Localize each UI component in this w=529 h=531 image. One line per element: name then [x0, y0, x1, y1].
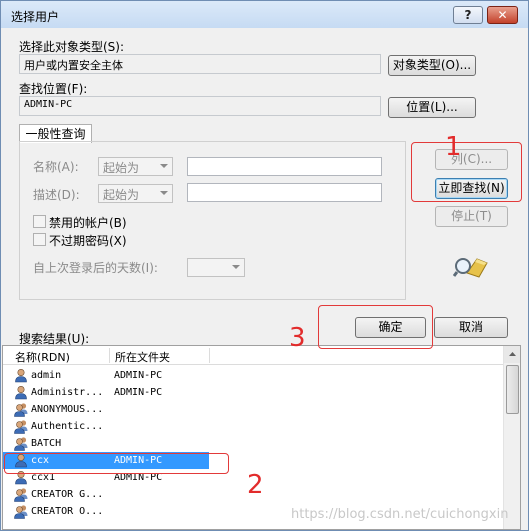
location-label: 查找位置(F):: [19, 82, 88, 96]
group-icon: [14, 402, 28, 417]
row-name: CREATOR G...: [31, 489, 104, 500]
name-filter-input[interactable]: [187, 157, 382, 176]
non-expiring-password-label: 不过期密码(X): [49, 234, 127, 248]
chevron-down-icon: [160, 191, 168, 195]
non-expiring-password-checkbox[interactable]: [33, 233, 46, 246]
column-divider[interactable]: [109, 348, 110, 363]
name-filter-combo: 起始为: [98, 157, 173, 176]
scroll-up-button[interactable]: [504, 346, 520, 363]
row-name: admin: [31, 370, 62, 381]
stop-button[interactable]: 停止(T): [435, 206, 508, 227]
description-filter-label: 描述(D):: [33, 188, 80, 202]
column-divider[interactable]: [209, 348, 210, 363]
watermark-text: https://blog.csdn.net/cuichongxin: [291, 507, 509, 522]
table-row[interactable]: BATCH: [3, 435, 503, 452]
scroll-thumb[interactable]: [506, 365, 519, 414]
description-filter-combo: 起始为: [98, 184, 173, 203]
column-header-name[interactable]: 名称(RDN): [15, 349, 70, 365]
table-row[interactable]: ANONYMOUS...: [3, 401, 503, 418]
table-row[interactable]: Authentic...: [3, 418, 503, 435]
object-type-field: 用户或内置安全主体: [19, 54, 381, 74]
name-filter-label: 名称(A):: [33, 160, 79, 174]
row-name: ANONYMOUS...: [31, 404, 104, 415]
table-row[interactable]: admin ADMIN-PC: [3, 367, 503, 384]
window-title: 选择用户: [11, 10, 60, 24]
user-icon: [14, 385, 28, 400]
cancel-button[interactable]: 取消: [434, 317, 508, 338]
close-button[interactable]: ✕: [487, 6, 518, 24]
group-icon: [14, 419, 28, 434]
chevron-up-icon: [509, 352, 516, 356]
annotation-box-find-now: [411, 142, 522, 202]
days-since-logon-combo: [187, 258, 245, 277]
user-icon: [14, 368, 28, 383]
row-folder: ADMIN-PC: [114, 387, 163, 398]
disabled-accounts-checkbox[interactable]: [33, 215, 46, 228]
days-since-logon-label: 自上次登录后的天数(I):: [33, 261, 158, 275]
location-field: ADMIN-PC: [19, 96, 381, 116]
annotation-box-selected-row: [4, 453, 229, 474]
row-name: CREATOR O...: [31, 506, 104, 517]
locations-button[interactable]: 位置(L)...: [388, 97, 476, 118]
description-filter-input[interactable]: [187, 183, 382, 202]
object-type-label: 选择此对象类型(S):: [19, 40, 125, 54]
chevron-down-icon: [160, 164, 168, 168]
object-types-button[interactable]: 对象类型(O)...: [388, 55, 476, 76]
help-button[interactable]: ?: [453, 6, 483, 24]
disabled-accounts-label: 禁用的帐户(B): [49, 216, 127, 230]
row-folder: ADMIN-PC: [114, 370, 163, 381]
select-users-dialog: 选择用户 ? ✕ 选择此对象类型(S): 用户或内置安全主体 对象类型(O)..…: [0, 0, 529, 531]
group-icon: [14, 487, 28, 502]
search-flashlight-icon: [453, 258, 488, 278]
group-icon: [14, 436, 28, 451]
row-name: Authentic...: [31, 421, 104, 432]
search-results-list[interactable]: 名称(RDN) 所在文件夹 admin ADMIN-PC Administr... A…: [2, 345, 521, 530]
row-name: Administr...: [31, 387, 104, 398]
name-filter-combo-value: 起始为: [103, 161, 140, 175]
annotation-number-2: 2: [247, 470, 264, 500]
annotation-number-1: 1: [445, 132, 462, 162]
annotation-box-ok: [318, 305, 433, 349]
annotation-number-3: 3: [289, 323, 306, 353]
results-scrollbar[interactable]: [503, 346, 520, 529]
column-header-folder[interactable]: 所在文件夹: [115, 349, 170, 365]
table-row[interactable]: Administr... ADMIN-PC: [3, 384, 503, 401]
row-name: BATCH: [31, 438, 62, 449]
description-filter-combo-value: 起始为: [103, 188, 140, 202]
group-icon: [14, 504, 28, 519]
chevron-down-icon: [232, 265, 240, 269]
title-bar: 选择用户 ? ✕: [1, 1, 528, 28]
